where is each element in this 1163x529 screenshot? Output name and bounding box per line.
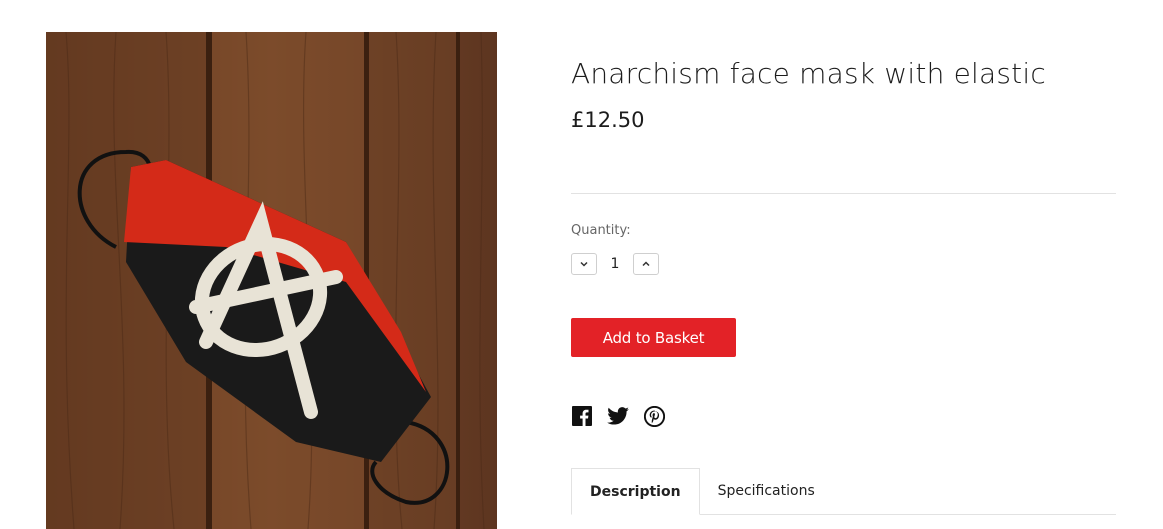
tab-specifications[interactable]: Specifications bbox=[700, 468, 833, 514]
product-tabs: Description Specifications bbox=[571, 468, 1116, 515]
twitter-icon[interactable] bbox=[607, 405, 629, 427]
add-to-basket-button[interactable]: Add to Basket bbox=[571, 318, 736, 357]
social-share bbox=[571, 405, 665, 427]
product-title: Anarchism face mask with elastic bbox=[571, 57, 1046, 90]
chevron-down-icon bbox=[580, 261, 588, 267]
tab-description[interactable]: Description bbox=[571, 468, 700, 515]
product-photo bbox=[46, 32, 497, 529]
pinterest-icon[interactable] bbox=[643, 405, 665, 427]
chevron-up-icon bbox=[642, 261, 650, 267]
divider bbox=[571, 193, 1116, 194]
product-image[interactable] bbox=[46, 32, 497, 529]
increment-button[interactable] bbox=[633, 253, 659, 275]
product-price: £12.50 bbox=[571, 108, 645, 132]
facebook-icon[interactable] bbox=[571, 405, 593, 427]
quantity-input[interactable]: 1 bbox=[597, 256, 633, 272]
quantity-stepper: 1 bbox=[571, 252, 659, 276]
quantity-label: Quantity: bbox=[571, 223, 631, 238]
decrement-button[interactable] bbox=[571, 253, 597, 275]
